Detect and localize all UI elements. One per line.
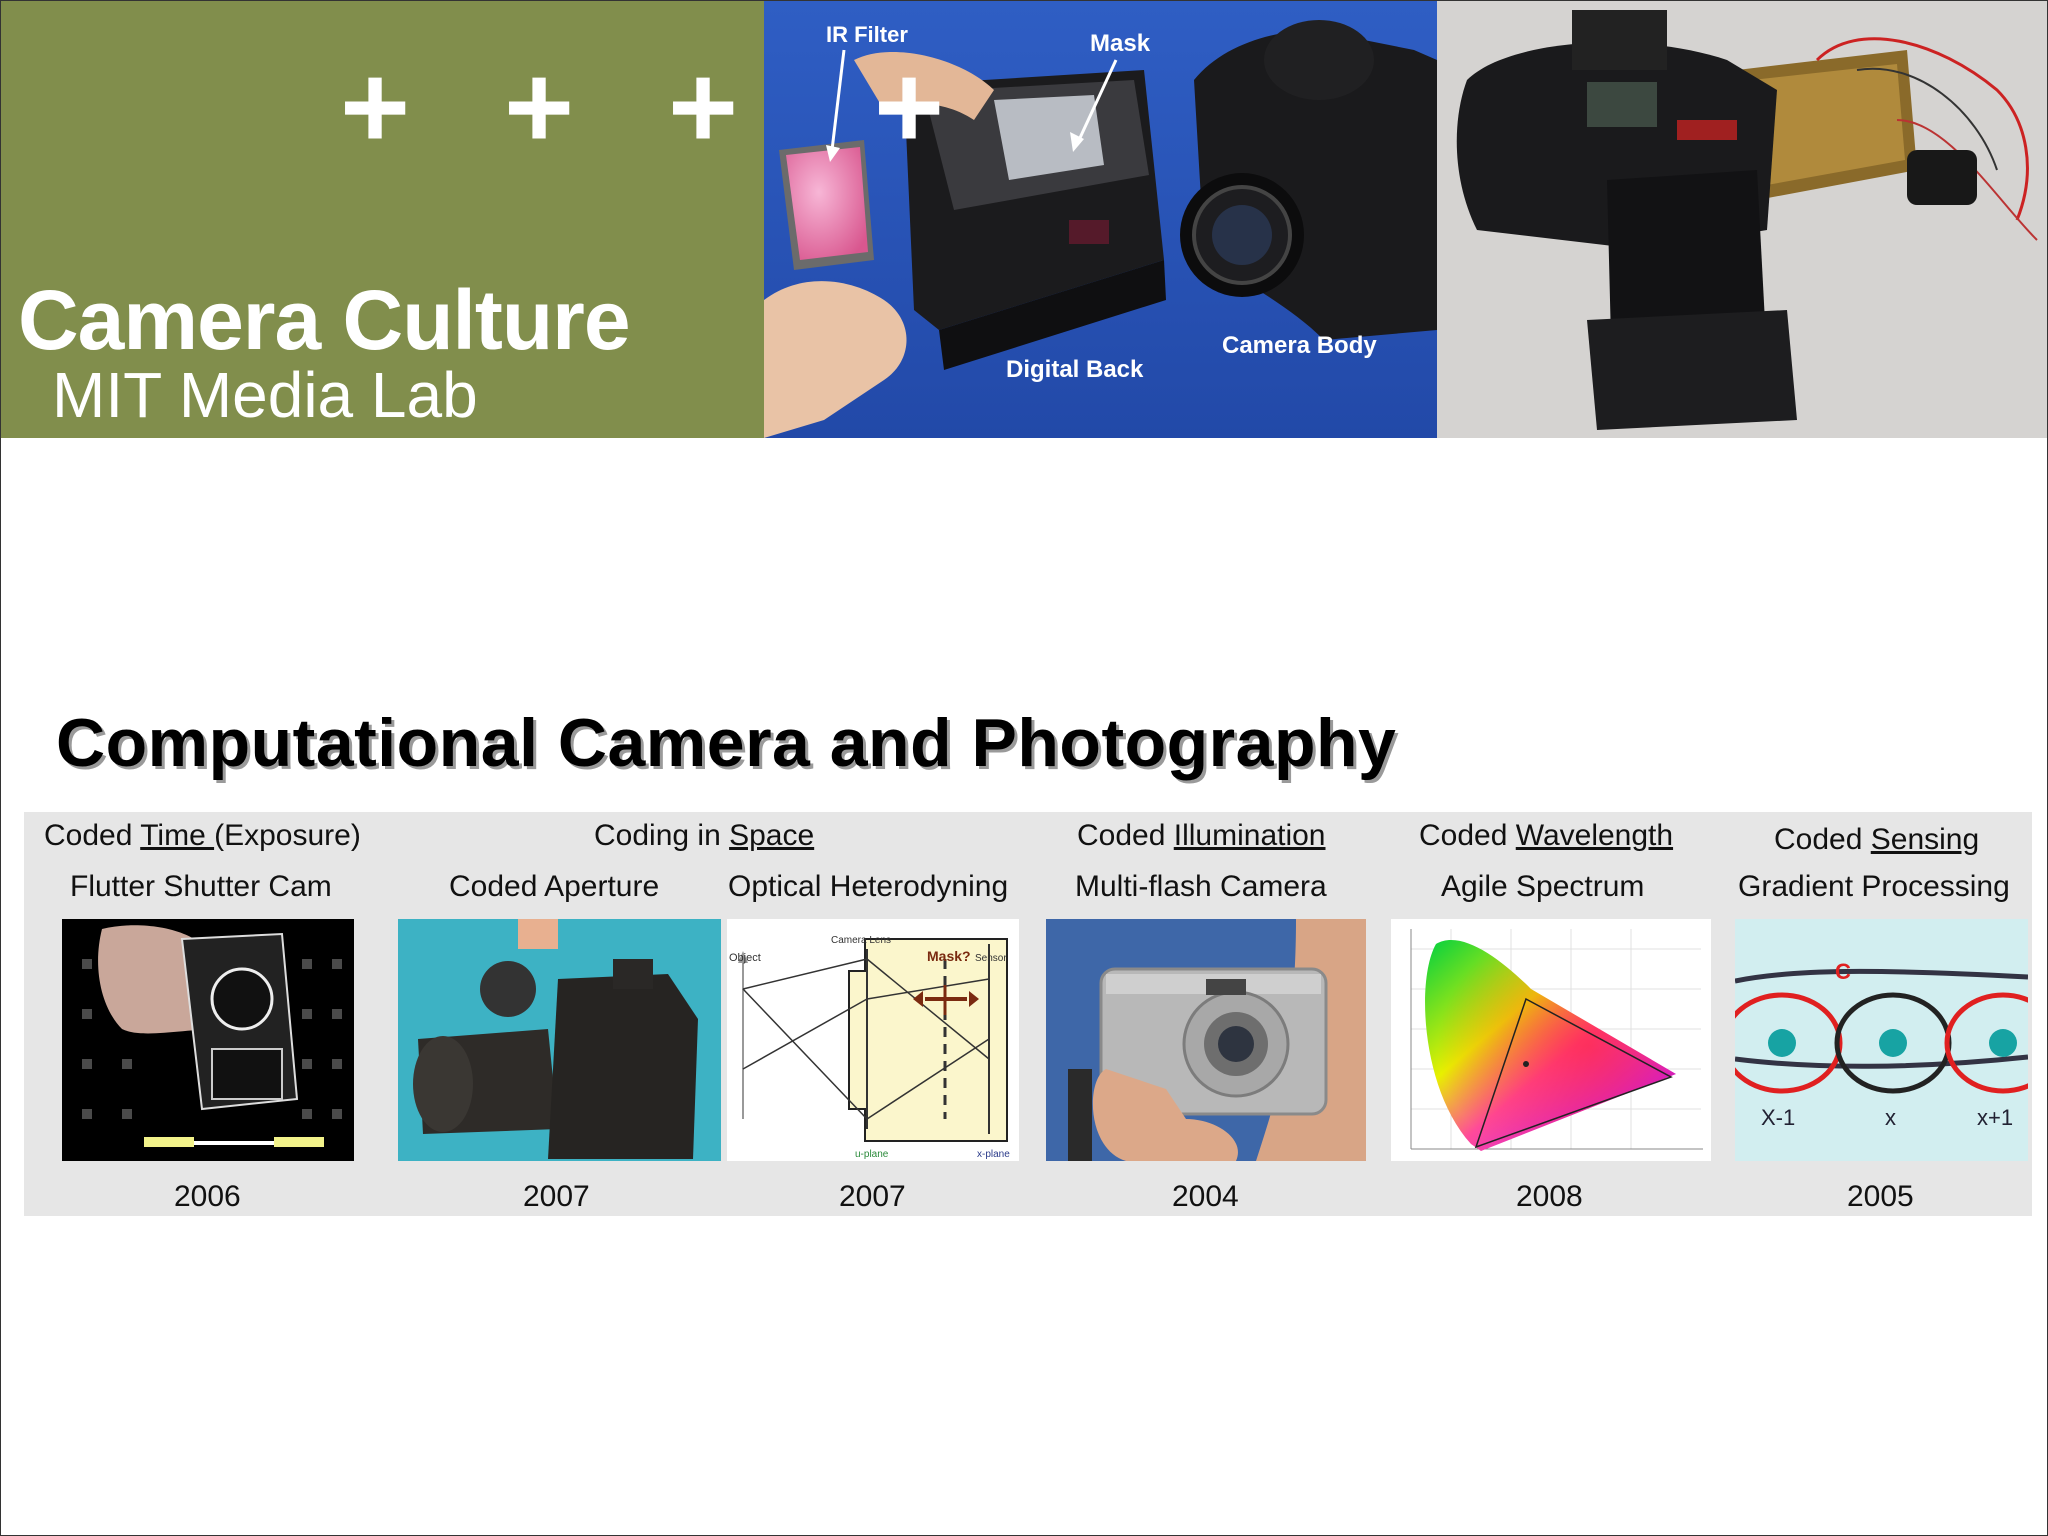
thumbnail-multi-flash-camera xyxy=(1046,919,1366,1161)
category-coded-wavelength: Coded Wavelength xyxy=(1419,819,1674,852)
banner-photo-camera-rig xyxy=(1437,0,2048,438)
brand-subtitle: MIT Media Lab xyxy=(52,359,478,431)
technique-name: Optical Heterodyning xyxy=(728,870,1009,903)
technique-name: Gradient Processing xyxy=(1738,870,2010,903)
diagram-label: Camera Lens xyxy=(831,935,891,946)
technique-name: Multi-flash Camera xyxy=(1075,870,1327,903)
plus-mark: + xyxy=(504,40,575,174)
thumbnail-coded-aperture xyxy=(398,919,721,1161)
category-coded-time: Coded Time (Exposure) xyxy=(44,819,361,852)
year-label: 2005 xyxy=(1847,1180,1914,1213)
brand-panel: + + + Camera Culture MIT Media Lab xyxy=(0,0,764,438)
slide-title: Computational Camera and Photography xyxy=(56,705,1397,781)
technique-name: Agile Spectrum xyxy=(1441,870,1645,903)
diagram-label: Sensor xyxy=(975,953,1007,964)
diagram-label: u-plane xyxy=(855,1149,889,1160)
thumbnail-agile-spectrum xyxy=(1391,919,1711,1161)
diagram-label: x-plane xyxy=(977,1149,1010,1160)
technique-name: Coded Aperture xyxy=(449,870,660,903)
year-label: 2008 xyxy=(1516,1180,1583,1213)
category-coded-sensing: Coded Sensing xyxy=(1774,823,1980,856)
thumbnail-flutter-shutter xyxy=(62,919,354,1161)
diagram-label: Object xyxy=(729,952,761,964)
plus-mark: + xyxy=(340,40,411,174)
banner-photo-digital-back: + IR Filter Mask Digital Back Camera Bod… xyxy=(764,0,1437,438)
category-coded-illumination: Coded Illumination xyxy=(1077,819,1326,852)
header-banner: + + + Camera Culture MIT Media Lab + IR … xyxy=(0,0,2048,438)
diagram-label: Mask? xyxy=(927,948,971,964)
technique-name: Flutter Shutter Cam xyxy=(70,870,332,903)
plus-mark: + xyxy=(668,40,739,174)
diagram-label: C xyxy=(1835,959,1851,984)
year-label: 2004 xyxy=(1172,1180,1239,1213)
diagram-label: X-1 xyxy=(1761,1105,1795,1130)
thumbnail-optical-heterodyning: Object Camera Lens Mask? Sensor u-plane … xyxy=(727,919,1019,1161)
year-label: 2007 xyxy=(839,1180,906,1213)
year-label: 2007 xyxy=(523,1180,590,1213)
category-coding-in-space: Coding in Space xyxy=(594,819,815,852)
brand-title: Camera Culture xyxy=(18,273,631,367)
year-label: 2006 xyxy=(174,1180,241,1213)
slide: + + + Camera Culture MIT Media Lab + IR … xyxy=(0,0,2048,1536)
thumbnail-gradient-processing: C X-1 x x+1 xyxy=(1735,919,2028,1161)
label-ir-filter: IR Filter xyxy=(826,22,908,47)
label-mask: Mask xyxy=(1090,30,1151,57)
plus-mark: + xyxy=(874,40,945,174)
label-digital-back: Digital Back xyxy=(1006,356,1144,383)
diagram-label: x+1 xyxy=(1977,1105,2013,1130)
diagram-label: x xyxy=(1885,1105,1896,1130)
label-camera-body: Camera Body xyxy=(1222,332,1377,359)
